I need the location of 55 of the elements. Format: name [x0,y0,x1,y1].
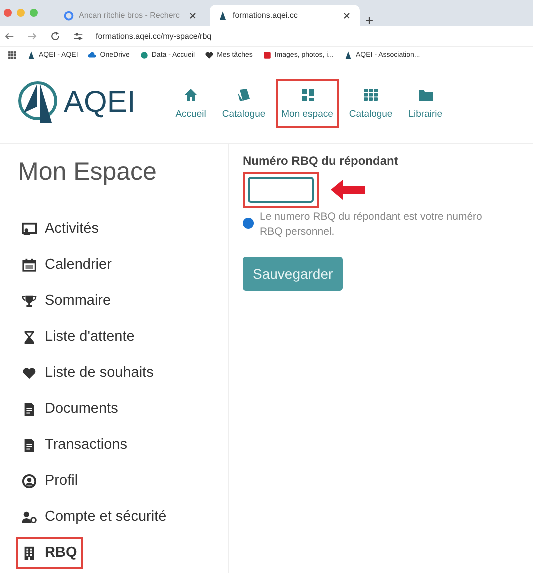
sidebar-item[interactable]: Liste de souhaits [16,357,160,389]
bookmark-icon [344,50,354,60]
back-button[interactable] [4,30,15,42]
chalkboard-icon [22,222,37,236]
calendar-icon [22,258,37,272]
sidebar-item[interactable]: Compte et sécurité [16,501,173,533]
file-icon [22,402,37,416]
dashboard-icon [300,86,316,102]
trophy-icon [22,294,37,308]
logo[interactable]: AQEI [18,81,136,125]
bookmark-icon [88,50,98,60]
hourglass-icon [22,330,37,344]
reload-button[interactable] [50,30,61,42]
home-icon [183,86,200,102]
site-settings-icon[interactable] [73,30,84,42]
sidebar-item[interactable]: Profil [16,465,84,497]
heart-icon [22,366,37,380]
nav-item[interactable]: Accueil [170,78,212,128]
apps-icon[interactable] [8,50,17,60]
new-tab-button[interactable] [364,15,375,26]
arrow-icon [331,180,365,200]
sidebar-item[interactable]: Calendrier [16,249,118,281]
field-label: Numéro RBQ du répondant [243,154,400,168]
book-icon [236,86,252,102]
building-icon [22,546,37,560]
sidebar-title: Mon Espace [18,158,158,187]
input-field[interactable] [248,177,314,203]
nav-item[interactable]: Catalogue [216,78,272,128]
bookmark-icon [205,50,214,60]
nav-item[interactable]: Catalogue [343,78,399,128]
browser-tab[interactable]: formations.aqei.cc [210,5,360,26]
sidebar-item[interactable]: Activités [16,213,105,245]
sidebar-item[interactable]: Documents [16,393,124,425]
info-icon [243,218,254,229]
sidebar-item[interactable]: Liste d'attente [16,321,141,353]
bookmark-icon [262,50,272,60]
bookmark-icon [140,50,149,60]
window-controls[interactable] [4,9,38,17]
grid-icon [363,86,380,102]
sidebar-item[interactable]: Transactions [16,429,134,461]
file-icon [22,438,37,452]
hint-text: Le numero RBQ du répondant est votre numéro RBQ personnel. [260,210,484,240]
circle-icon [64,10,74,20]
bookmark-icon [27,50,36,60]
nav-item[interactable]: Librairie [402,78,449,128]
close-icon[interactable] [188,10,198,20]
sidebar-item[interactable]: RBQ [16,537,84,569]
user-lock-icon [22,510,37,524]
user-icon [22,474,37,488]
logo-icon [18,81,58,125]
sidebar-item[interactable]: Sommaire [16,285,118,317]
triangle-icon [218,10,228,20]
close-icon[interactable] [342,10,352,20]
nav-item[interactable]: Mon espace [276,78,340,128]
address-field[interactable]: formations.aqei.cc/my-space/rbq [96,32,212,40]
